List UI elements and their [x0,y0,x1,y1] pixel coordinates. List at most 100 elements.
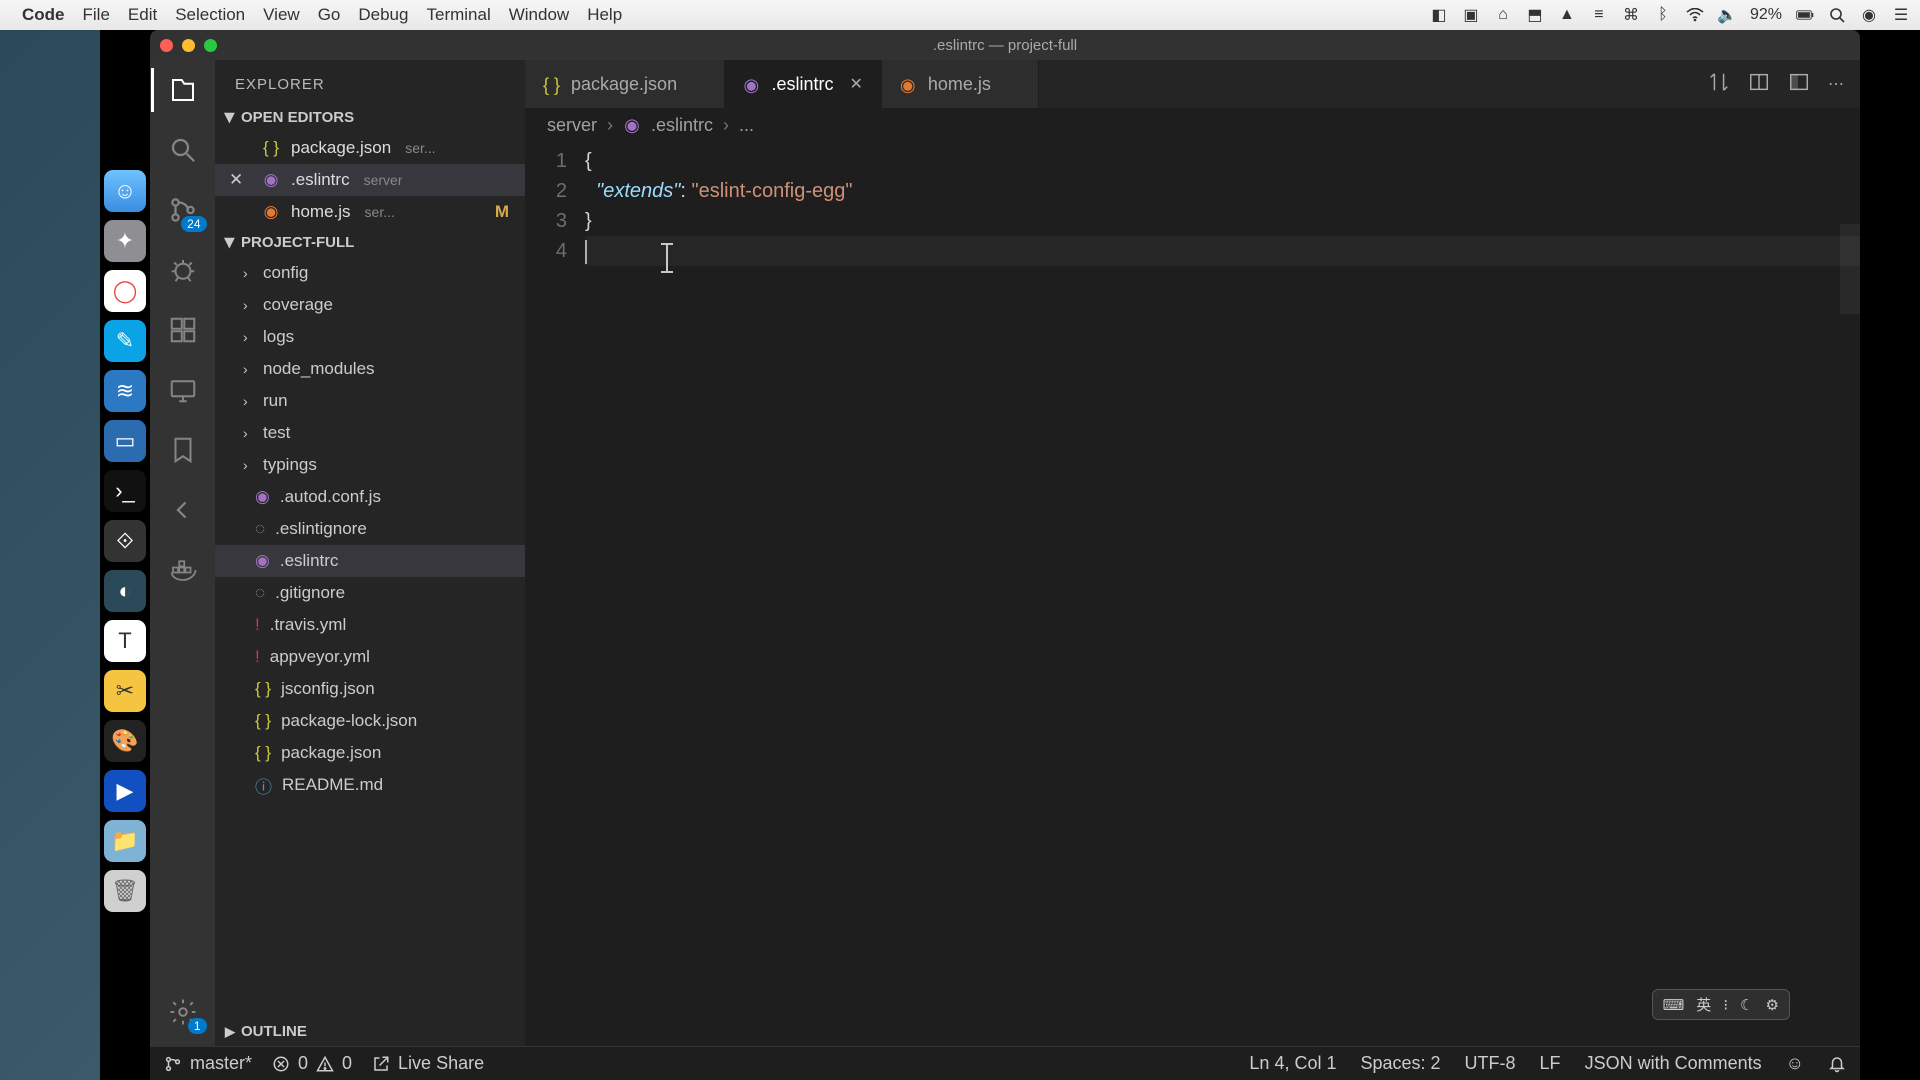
ime-icon[interactable]: ☾ [1740,996,1753,1014]
menu-edit[interactable]: Edit [128,5,157,25]
tab-home-js[interactable]: ◉ home.js ✕ [882,60,1039,108]
folder-item[interactable]: ›config [215,257,525,289]
explorer-icon[interactable] [165,72,201,108]
open-editor-item[interactable]: ✕ ◉ home.js ser... M [215,196,525,228]
debug-icon[interactable] [165,252,201,288]
ime-icon[interactable]: ⌨ [1663,996,1685,1014]
tray-icon[interactable]: ◧ [1430,6,1448,24]
breadcrumb-segment[interactable]: .eslintrc [651,115,713,136]
minimize-window-button[interactable] [182,39,195,52]
app-name[interactable]: Code [22,5,65,25]
bluetooth-icon[interactable]: ᛒ [1654,6,1672,24]
language-status[interactable]: JSON with Comments [1585,1053,1762,1074]
file-item[interactable]: ◌.gitignore [215,577,525,609]
minimap[interactable] [1840,224,1860,314]
dock-finder-icon[interactable]: ☺ [104,170,146,212]
extensions-icon[interactable] [165,312,201,348]
file-item[interactable]: !.travis.yml [215,609,525,641]
eol-status[interactable]: LF [1540,1053,1561,1074]
folder-item[interactable]: ›logs [215,321,525,353]
file-item[interactable]: !appveyor.yml [215,641,525,673]
layout-icon[interactable] [1788,71,1810,98]
breadcrumb-segment[interactable]: server [547,115,597,136]
bell-icon[interactable] [1828,1055,1846,1073]
dock-app-icon[interactable]: ⟐ [104,520,146,562]
folder-item[interactable]: ›test [215,417,525,449]
code-editor[interactable]: 1 2 3 4 { "extends": "eslint-config-egg"… [525,142,1860,1046]
tray-icon[interactable]: ▣ [1462,6,1480,24]
menu-go[interactable]: Go [318,5,341,25]
encoding-status[interactable]: UTF-8 [1465,1053,1516,1074]
dock-app-icon[interactable]: ◐ [104,570,146,612]
tray-icon[interactable]: ⌂ [1494,6,1512,24]
volume-icon[interactable]: 🔈 [1718,6,1736,24]
settings-icon[interactable]: 1 [165,994,201,1030]
dock-app-icon[interactable]: ▶ [104,770,146,812]
menu-help[interactable]: Help [587,5,622,25]
split-icon[interactable] [1748,71,1770,98]
folder-item[interactable]: ›typings [215,449,525,481]
code-content[interactable]: { "extends": "eslint-config-egg" } [585,142,1860,1046]
close-tab-icon[interactable]: ✕ [850,74,863,94]
folder-item[interactable]: ›node_modules [215,353,525,385]
tab-package-json[interactable]: { } package.json ✕ [525,60,725,108]
ime-toolbar[interactable]: ⌨ 英 ⁝ ☾ ⚙ [1652,989,1790,1020]
dock-app-icon[interactable]: ✂ [104,670,146,712]
menu-terminal[interactable]: Terminal [426,5,490,25]
menu-selection[interactable]: Selection [175,5,245,25]
outline-header[interactable]: ▶ OUTLINE [215,1017,525,1046]
file-item[interactable]: { }package.json [215,737,525,769]
dock-vscode-icon[interactable]: ≋ [104,370,146,412]
branch-status[interactable]: master* [164,1053,252,1074]
dock-trash-icon[interactable]: 🗑 [104,870,146,912]
file-item[interactable]: ◉.autod.conf.js [215,481,525,513]
file-item[interactable]: ◌.eslintignore [215,513,525,545]
tray-icon[interactable]: ▲ [1558,6,1576,24]
folder-item[interactable]: ›run [215,385,525,417]
dock-terminal-icon[interactable]: ›_ [104,470,146,512]
indent-status[interactable]: Spaces: 2 [1360,1053,1440,1074]
dock-app-icon[interactable]: T [104,620,146,662]
open-editor-item[interactable]: ✕ { } package.json ser... [215,132,525,164]
folder-item[interactable]: ›coverage [215,289,525,321]
battery-icon[interactable] [1796,6,1814,24]
close-icon[interactable]: ✕ [229,170,247,190]
feedback-icon[interactable]: ☺ [1786,1053,1804,1074]
ime-icon[interactable]: ⁝ [1723,996,1728,1014]
tray-icon[interactable]: ≡ [1590,6,1608,24]
source-control-icon[interactable]: 24 [165,192,201,228]
problems-status[interactable]: 0 0 [272,1053,352,1074]
file-item[interactable]: ⓘREADME.md [215,769,525,801]
dock-app-icon[interactable]: ✦ [104,220,146,262]
open-editor-item[interactable]: ✕ ◉ .eslintrc server [215,164,525,196]
dock-app-icon[interactable]: ✎ [104,320,146,362]
more-icon[interactable]: ⋯ [1828,74,1844,94]
back-icon[interactable] [165,492,201,528]
bookmark-icon[interactable] [165,432,201,468]
cursor-position[interactable]: Ln 4, Col 1 [1249,1053,1336,1074]
wifi-icon[interactable] [1686,6,1704,24]
dock-app-icon[interactable]: 🎨 [104,720,146,762]
breadcrumb[interactable]: server › ◉ .eslintrc › ... [525,108,1860,142]
file-item[interactable]: { }package-lock.json [215,705,525,737]
control-center-icon[interactable]: ☰ [1892,6,1910,24]
menu-view[interactable]: View [263,5,300,25]
docker-icon[interactable] [165,552,201,588]
maximize-window-button[interactable] [204,39,217,52]
search-icon[interactable] [165,132,201,168]
ime-settings-icon[interactable]: ⚙ [1766,996,1779,1014]
dock-app-icon[interactable]: ▭ [104,420,146,462]
ime-language[interactable]: 英 [1696,994,1711,1015]
file-item[interactable]: ◉.eslintrc [215,545,525,577]
file-item[interactable]: { }jsconfig.json [215,673,525,705]
menu-file[interactable]: File [83,5,110,25]
menu-debug[interactable]: Debug [358,5,408,25]
tab-eslintrc[interactable]: ◉ .eslintrc ✕ [725,60,881,108]
liveshare-status[interactable]: Live Share [372,1053,484,1074]
remote-icon[interactable] [165,372,201,408]
compare-icon[interactable] [1708,71,1730,98]
project-header[interactable]: ▶ PROJECT-FULL [215,228,525,257]
breadcrumb-segment[interactable]: ... [739,115,754,136]
spotlight-icon[interactable] [1828,6,1846,24]
menu-window[interactable]: Window [509,5,569,25]
